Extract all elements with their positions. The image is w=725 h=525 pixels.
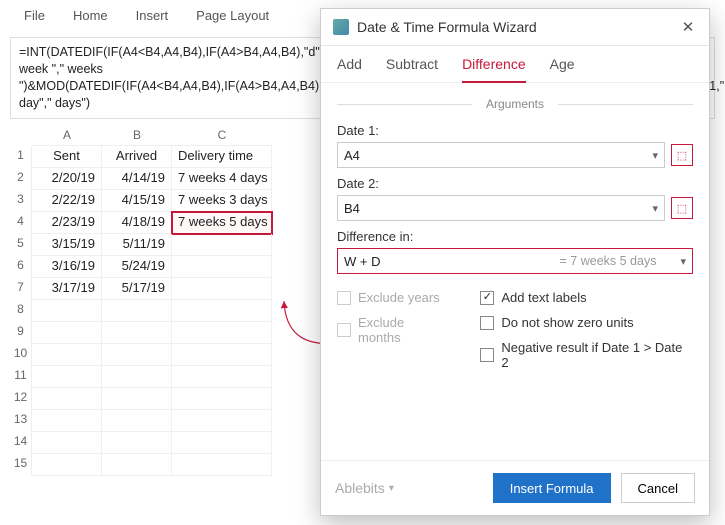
chevron-down-icon: ▾ (680, 255, 686, 268)
table-cell[interactable]: 3/16/19 (32, 256, 102, 278)
date1-label: Date 1: (337, 123, 693, 138)
col-header-b[interactable]: B (102, 125, 172, 146)
row-header[interactable]: 8 (10, 300, 32, 322)
table-cell[interactable] (32, 454, 102, 476)
row-header[interactable]: 14 (10, 432, 32, 454)
table-cell[interactable] (172, 410, 272, 432)
table-cell[interactable] (102, 300, 172, 322)
table-cell[interactable]: 3/15/19 (32, 234, 102, 256)
col-header-c[interactable]: C (172, 125, 272, 146)
exclude-months-checkbox: Exclude months (337, 315, 450, 345)
ablebits-brand[interactable]: Ablebits▾ (335, 480, 394, 496)
table-cell[interactable] (172, 322, 272, 344)
negative-result-checkbox[interactable]: Negative result if Date 1 > Date 2 (480, 340, 693, 370)
no-zero-units-checkbox[interactable]: Do not show zero units (480, 315, 693, 330)
tab-age[interactable]: Age (550, 56, 575, 82)
row-header[interactable]: 15 (10, 454, 32, 476)
insert-formula-button[interactable]: Insert Formula (493, 473, 611, 503)
table-cell[interactable] (32, 366, 102, 388)
table-cell[interactable] (102, 454, 172, 476)
table-cell[interactable]: 3/17/19 (32, 278, 102, 300)
difference-in-label: Difference in: (337, 229, 693, 244)
row-header[interactable]: 4 (10, 212, 32, 234)
chevron-down-icon: ▾ (652, 149, 658, 162)
table-cell[interactable] (172, 432, 272, 454)
table-cell[interactable] (32, 388, 102, 410)
table-cell[interactable] (172, 344, 272, 366)
chevron-down-icon: ▾ (389, 483, 394, 494)
table-cell[interactable]: 7 weeks 5 days (172, 212, 272, 234)
date2-input[interactable]: B4▾ (337, 195, 665, 221)
table-cell[interactable]: 5/17/19 (102, 278, 172, 300)
table-cell[interactable] (172, 366, 272, 388)
table-cell[interactable] (172, 278, 272, 300)
chevron-down-icon: ▾ (652, 202, 658, 215)
table-cell[interactable] (102, 366, 172, 388)
table-cell[interactable]: 2/20/19 (32, 168, 102, 190)
table-cell[interactable]: 2/23/19 (32, 212, 102, 234)
ribbon-tab-insert[interactable]: Insert (136, 8, 169, 23)
col-header-a[interactable]: A (32, 125, 102, 146)
table-cell[interactable]: 2/22/19 (32, 190, 102, 212)
wizard-titlebar: Date & Time Formula Wizard ✕ (321, 9, 709, 46)
table-cell[interactable] (32, 344, 102, 366)
date1-input[interactable]: A4▾ (337, 142, 665, 168)
table-cell[interactable]: 7 weeks 4 days (172, 168, 272, 190)
wizard-tabs: Add Subtract Difference Age (321, 46, 709, 83)
table-cell[interactable] (102, 388, 172, 410)
table-cell[interactable] (172, 234, 272, 256)
tab-subtract[interactable]: Subtract (386, 56, 438, 82)
ribbon-tab-file[interactable]: File (24, 8, 45, 23)
date1-range-picker[interactable]: ⬚ (671, 144, 693, 166)
row-header[interactable]: 11 (10, 366, 32, 388)
row-header[interactable]: 7 (10, 278, 32, 300)
table-cell[interactable]: 4/18/19 (102, 212, 172, 234)
table-cell[interactable]: 4/14/19 (102, 168, 172, 190)
table-header-cell[interactable]: Arrived (102, 146, 172, 168)
ribbon-tab-home[interactable]: Home (73, 8, 108, 23)
date2-label: Date 2: (337, 176, 693, 191)
row-header[interactable]: 1 (10, 146, 32, 168)
table-cell[interactable]: 5/11/19 (102, 234, 172, 256)
table-cell[interactable]: 5/24/19 (102, 256, 172, 278)
table-cell[interactable] (32, 300, 102, 322)
arguments-label: Arguments (337, 97, 693, 111)
add-text-labels-checkbox[interactable]: Add text labels (480, 290, 693, 305)
wizard-title: Date & Time Formula Wizard (357, 19, 537, 35)
table-header-cell[interactable]: Sent (32, 146, 102, 168)
table-cell[interactable] (32, 410, 102, 432)
row-header[interactable]: 2 (10, 168, 32, 190)
ribbon-tab-page-layout[interactable]: Page Layout (196, 8, 269, 23)
exclude-years-checkbox: Exclude years (337, 290, 450, 305)
table-cell[interactable] (172, 300, 272, 322)
close-icon[interactable]: ✕ (679, 18, 697, 36)
row-header[interactable]: 10 (10, 344, 32, 366)
row-header[interactable]: 6 (10, 256, 32, 278)
row-header[interactable]: 13 (10, 410, 32, 432)
row-header[interactable]: 12 (10, 388, 32, 410)
table-cell[interactable] (102, 432, 172, 454)
table-cell[interactable]: 4/15/19 (102, 190, 172, 212)
row-header[interactable]: 5 (10, 234, 32, 256)
table-cell[interactable] (32, 322, 102, 344)
table-cell[interactable]: 7 weeks 3 days (172, 190, 272, 212)
tab-difference[interactable]: Difference (462, 56, 526, 83)
table-header-cell[interactable]: Delivery time (172, 146, 272, 168)
table-cell[interactable] (32, 432, 102, 454)
date2-range-picker[interactable]: ⬚ (671, 197, 693, 219)
difference-preview: = 7 weeks 5 days (560, 254, 657, 268)
row-header[interactable]: 3 (10, 190, 32, 212)
row-header[interactable]: 9 (10, 322, 32, 344)
table-cell[interactable] (172, 388, 272, 410)
table-cell[interactable] (102, 344, 172, 366)
cancel-button[interactable]: Cancel (621, 473, 695, 503)
table-cell[interactable] (102, 410, 172, 432)
table-cell[interactable] (172, 454, 272, 476)
table-cell[interactable] (172, 256, 272, 278)
difference-in-select[interactable]: W + D = 7 weeks 5 days ▾ (337, 248, 693, 274)
tab-add[interactable]: Add (337, 56, 362, 82)
table-cell[interactable] (102, 322, 172, 344)
date-time-wizard: Date & Time Formula Wizard ✕ Add Subtrac… (320, 8, 710, 516)
wizard-icon (333, 19, 349, 35)
